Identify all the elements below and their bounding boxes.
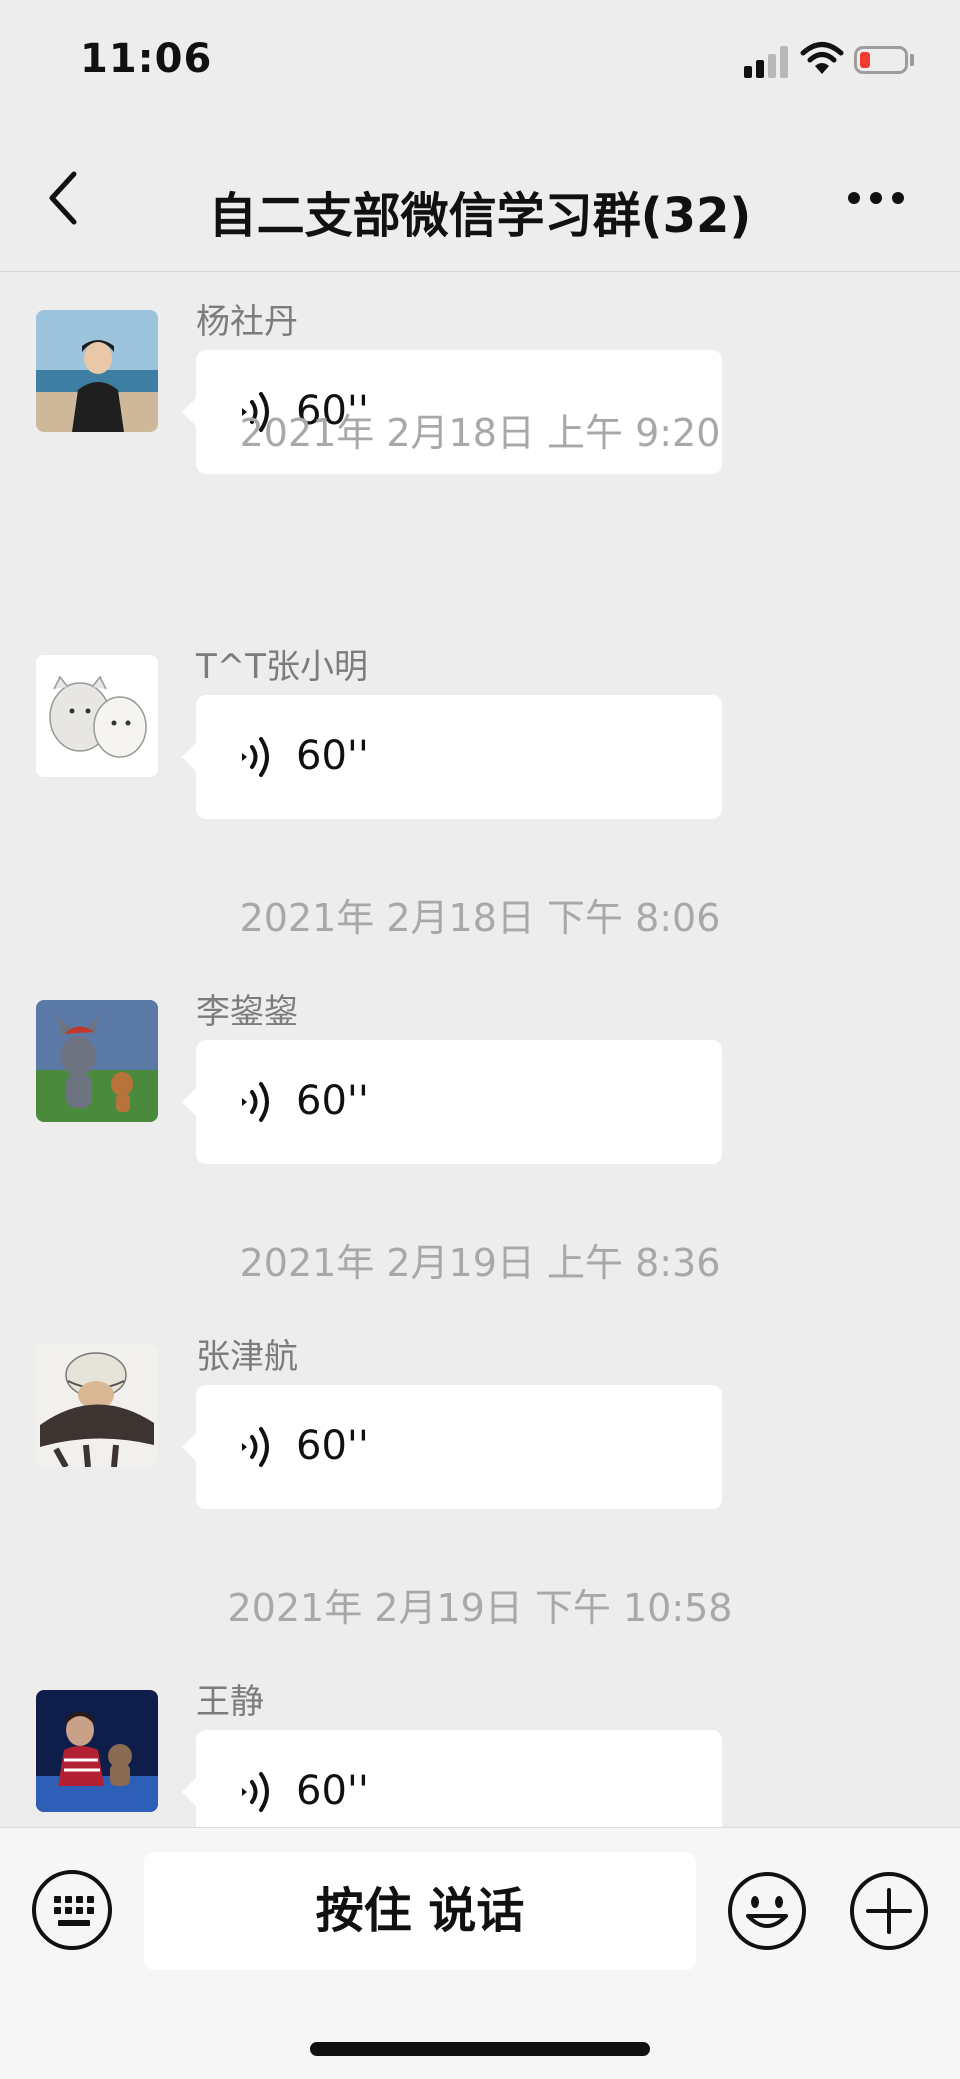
- home-indicator[interactable]: [310, 2042, 650, 2056]
- cellular-signal-icon: [744, 44, 788, 78]
- timestamp: 2021年 2月19日 上午 8:36: [239, 1241, 721, 1285]
- avatar[interactable]: [36, 1000, 158, 1122]
- voice-duration: 60'': [296, 733, 369, 779]
- voice-wave-icon: [242, 1427, 269, 1467]
- message-row: T^T张小明 60'': [0, 629, 960, 819]
- timestamp: 2021年 2月18日 上午 9:20: [239, 411, 721, 455]
- battery-cap: [910, 54, 914, 66]
- sender-name: 李鋆鋆: [196, 992, 298, 1032]
- battery-icon: [854, 46, 908, 74]
- hold-to-talk-button[interactable]: 按住 说话: [144, 1852, 696, 1970]
- voice-message-bubble[interactable]: 60'': [182, 1730, 722, 1827]
- plus-icon[interactable]: [848, 1870, 930, 1952]
- status-time: 11:06: [80, 36, 213, 82]
- sender-name: 杨社丹: [196, 302, 298, 342]
- voice-message-bubble[interactable]: 60'': [182, 1040, 722, 1164]
- avatar[interactable]: [36, 655, 158, 777]
- timestamp: 2021年 2月18日 下午 8:06: [239, 896, 721, 940]
- keyboard-icon[interactable]: [32, 1870, 112, 1950]
- more-dots-icon[interactable]: [846, 180, 906, 216]
- voice-wave-icon: [242, 1082, 269, 1122]
- voice-wave-icon: [242, 737, 269, 777]
- message-row: 王静 60'': [0, 1664, 960, 1827]
- page-title: 自二支部微信学习群(32): [208, 188, 752, 244]
- nav-bar: 自二支部微信学习群(32): [0, 120, 960, 272]
- sender-name: 张津航: [196, 1337, 298, 1377]
- sender-name: T^T张小明: [196, 647, 369, 687]
- voice-duration: 60'': [296, 1078, 369, 1124]
- avatar[interactable]: [36, 1345, 158, 1467]
- chat-message-list[interactable]: 杨社丹 60'' 2021年 2月18日 上午 9:20 T^T张小明 60''…: [0, 272, 960, 1827]
- voice-message-bubble[interactable]: 60'': [182, 1385, 722, 1509]
- wifi-icon: [800, 42, 844, 74]
- voice-wave-icon: [242, 1772, 269, 1812]
- chat-input-bar: 按住 说话: [0, 1827, 960, 2079]
- voice-message-bubble[interactable]: 60'': [182, 695, 722, 819]
- message-row: 李鋆鋆 60'': [0, 974, 960, 1164]
- voice-duration: 60'': [296, 1423, 369, 1469]
- chat-screen: 11:06 自二支部微信学习群(32) 杨社丹 60'' 2021年 2月18日…: [0, 0, 960, 2079]
- emoji-icon[interactable]: [726, 1870, 808, 1952]
- voice-duration: 60'': [296, 1768, 369, 1814]
- timestamp: 2021年 2月19日 下午 10:58: [227, 1586, 733, 1630]
- status-bar: 11:06: [0, 0, 960, 120]
- avatar[interactable]: [36, 1690, 158, 1812]
- sender-name: 王静: [196, 1682, 264, 1722]
- message-row: 张津航 60'': [0, 1319, 960, 1509]
